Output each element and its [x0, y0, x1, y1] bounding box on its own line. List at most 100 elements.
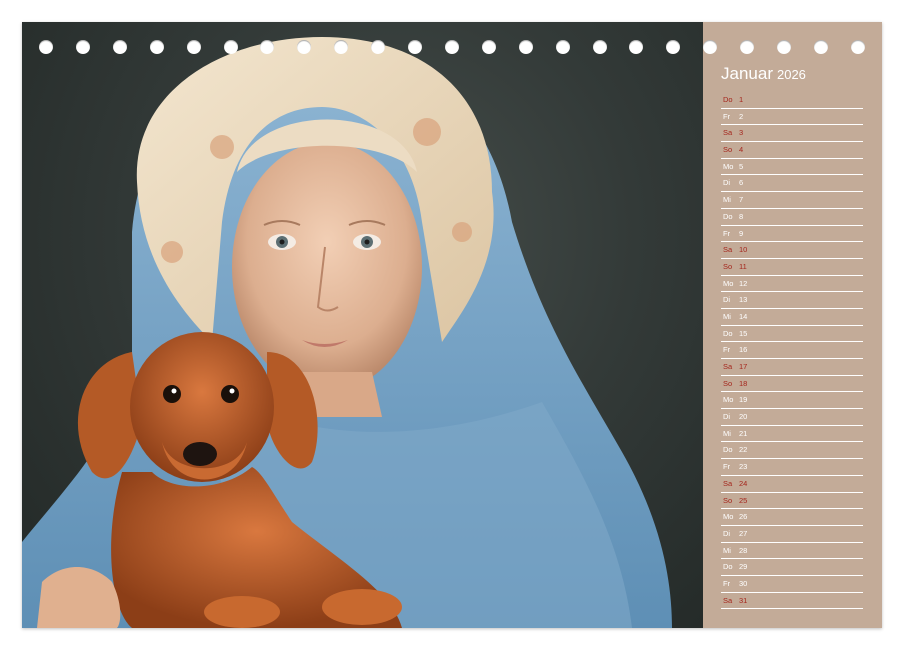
portrait-illustration: [22, 37, 672, 628]
day-number: 17: [739, 362, 748, 371]
weekday-label: Mi: [723, 195, 731, 205]
weekday-label: Fr: [723, 228, 731, 238]
binding-hole: [149, 40, 164, 54]
day-number: 11: [739, 261, 747, 271]
day-row: Sa 10: [721, 242, 863, 259]
day-number: 1: [739, 95, 744, 104]
day-row: Sa 3: [721, 125, 863, 143]
weekday-label: Di: [723, 528, 731, 538]
day-number: 27: [739, 528, 748, 538]
day-number: 7: [739, 195, 744, 205]
day-number: 31: [739, 595, 748, 605]
binding-hole: [813, 40, 828, 54]
day-row: Fr 2: [721, 109, 863, 126]
weekday-label: So: [723, 495, 733, 505]
weekday-label: Sa: [723, 478, 733, 488]
weekday-label: Di: [723, 178, 731, 188]
day-row: Mi 14: [721, 309, 863, 326]
weekday-label: So: [723, 145, 733, 155]
binding-hole: [39, 40, 53, 54]
day-number: 5: [739, 161, 744, 171]
day-row: Di 13: [721, 292, 863, 309]
day-row: So 4: [721, 142, 863, 159]
weekday-label: Do: [723, 328, 733, 338]
day-row: So 18: [721, 376, 863, 393]
day-row: Mi 7: [721, 192, 863, 209]
day-number: 12: [739, 278, 748, 288]
binding-hole: [260, 40, 275, 54]
day-row: So 25: [721, 493, 863, 510]
day-row: Sa 31: [721, 593, 863, 610]
day-row: Sa 24: [721, 476, 863, 493]
weekday-label: So: [723, 378, 733, 388]
day-row: Fr 9: [721, 226, 863, 243]
day-number: 10: [739, 245, 748, 255]
day-number: 25: [739, 495, 748, 505]
binding-hole: [112, 40, 127, 54]
binding-hole: [777, 40, 791, 54]
weekday-label: Fr: [723, 578, 731, 588]
binding-hole: [223, 40, 238, 54]
day-number: 4: [739, 145, 744, 155]
day-row: Do 29: [721, 559, 863, 576]
weekday-label: Do: [723, 95, 733, 104]
day-row: So 11: [721, 259, 863, 276]
weekday-label: Fr: [723, 111, 731, 121]
day-list: Do 1 Fr 2 Sa 3 So 4 Mo 5 Di 6 Mi 7 Do 8 Fr 9 Sa 10 So 11 Mo 12 D…: [721, 92, 863, 610]
calendar-date-column: Januar 2026 Do 1 Fr 2 Sa 3 So 4 Mo 5 Di 6 Mi 7 Do 8 Fr 9 Sa…: [703, 22, 882, 628]
weekday-label: Fr: [723, 462, 731, 472]
day-row: Do 22: [721, 442, 863, 460]
day-number: 30: [739, 578, 748, 588]
day-number: 22: [739, 445, 748, 455]
binding-hole: [334, 40, 349, 54]
painting-woman-with-dachshund-puppy: [22, 22, 703, 628]
day-number: 2: [739, 111, 744, 121]
weekday-label: Mo: [723, 278, 734, 288]
day-number: 16: [739, 345, 748, 355]
weekday-label: Do: [723, 562, 733, 572]
day-row: Mo 12: [721, 276, 863, 293]
day-row: Mi 28: [721, 543, 863, 560]
day-number: 21: [739, 428, 748, 438]
day-number: 29: [739, 562, 748, 572]
day-number: 13: [739, 295, 748, 305]
binding-hole: [186, 40, 201, 54]
year: 2026: [776, 67, 806, 82]
weekday-label: Di: [723, 295, 731, 305]
day-number: 19: [739, 395, 748, 405]
binding-hole: [703, 40, 718, 54]
day-row: Fr 23: [721, 459, 863, 476]
binding-hole: [371, 40, 386, 54]
day-number: 8: [739, 211, 744, 221]
weekday-label: Sa: [723, 595, 733, 605]
day-row: Di 6: [721, 175, 863, 193]
day-number: 24: [739, 478, 748, 488]
day-row: Fr 16: [721, 342, 863, 359]
binding-hole: [850, 40, 865, 54]
day-row: Fr 30: [721, 576, 863, 593]
day-row: Di 20: [721, 409, 863, 426]
weekday-label: Fr: [723, 345, 731, 355]
weekday-label: Mi: [723, 311, 731, 321]
weekday-label: Di: [723, 412, 731, 422]
weekday-label: Do: [723, 445, 733, 455]
day-number: 20: [739, 412, 748, 422]
weekday-label: Do: [723, 211, 733, 221]
day-number: 15: [739, 328, 748, 338]
day-number: 28: [739, 545, 748, 555]
day-number: 26: [739, 512, 748, 522]
binding-hole: [75, 40, 90, 54]
weekday-label: Mo: [723, 512, 734, 522]
weekday-label: Mo: [723, 395, 734, 405]
day-number: 3: [739, 128, 744, 138]
weekday-label: Mo: [723, 161, 734, 171]
weekday-label: Sa: [723, 128, 733, 138]
binding-hole: [555, 40, 570, 54]
weekday-label: So: [723, 261, 733, 271]
day-row: Do 1: [721, 92, 863, 109]
binding-hole: [740, 40, 755, 54]
day-row: Mo 26: [721, 509, 863, 526]
binding-hole: [518, 40, 533, 54]
weekday-label: Mi: [723, 428, 731, 438]
binding-hole: [297, 40, 312, 54]
